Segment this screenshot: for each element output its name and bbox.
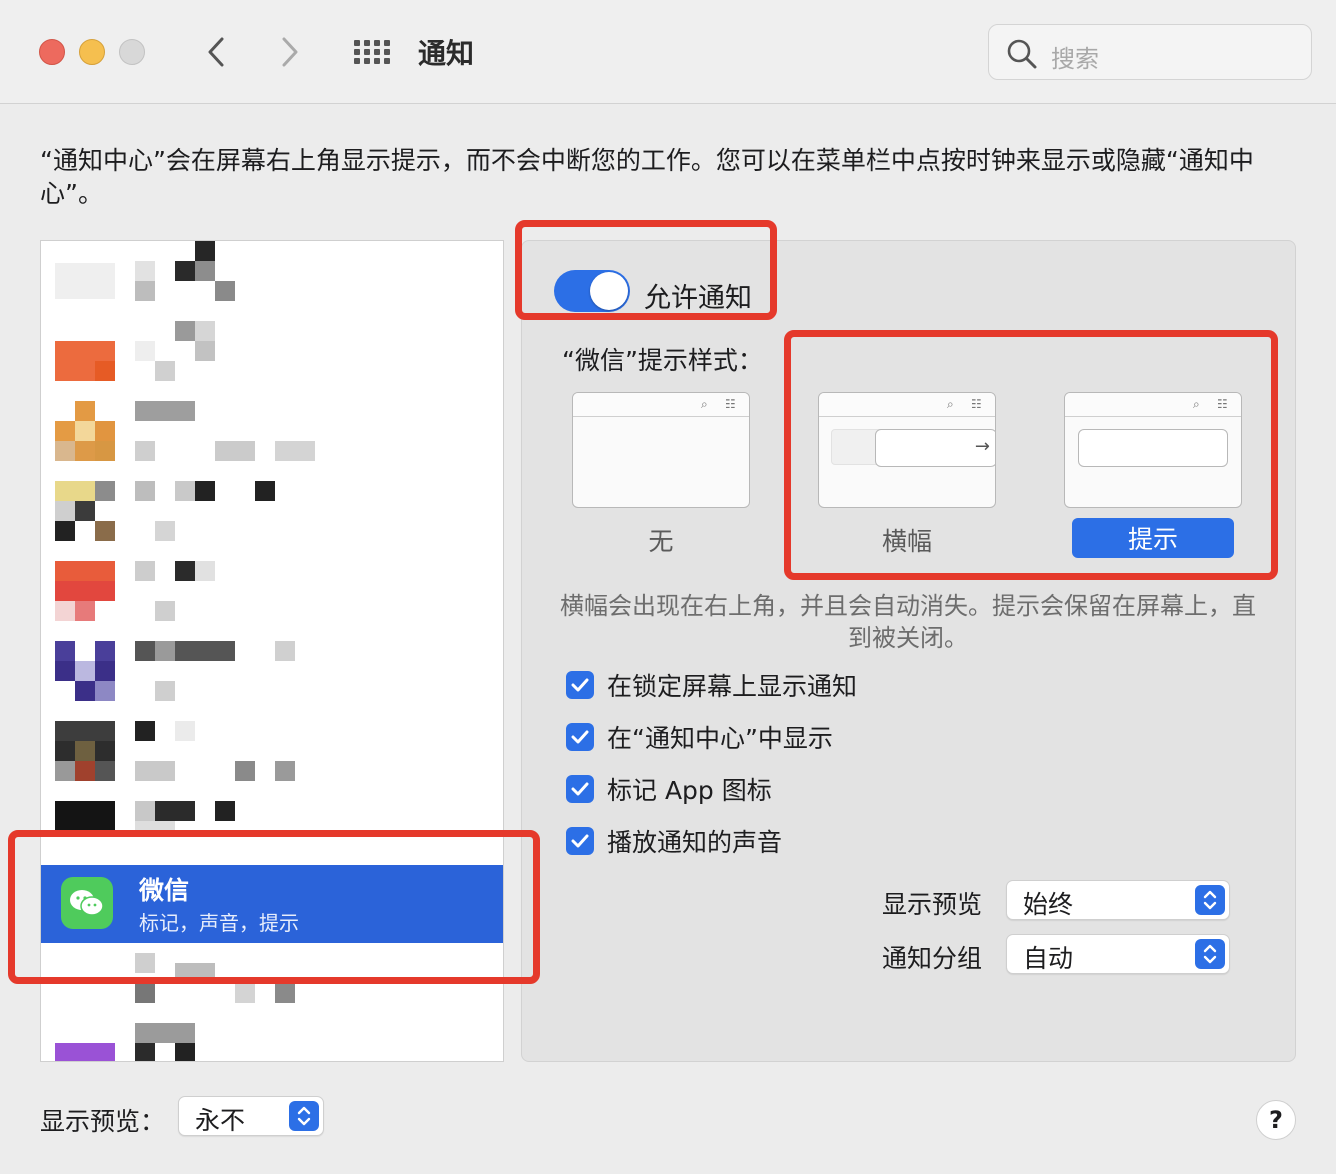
checkbox-checked[interactable] <box>566 775 594 803</box>
select-value: 自动 <box>1023 944 1074 973</box>
notification-center-checkbox-row[interactable]: 在“通知中心”中显示 <box>566 722 833 753</box>
checkbox-label: 播放通知的声音 <box>607 828 783 857</box>
style-none-preview[interactable]: ⌕ ☷ <box>572 392 750 508</box>
app-list-item-wechat[interactable]: 微信 标记，声音，提示 <box>41 865 503 943</box>
checkmark-icon <box>571 834 589 848</box>
chevron-left-icon <box>208 37 224 67</box>
help-button[interactable]: ? <box>1256 1100 1296 1140</box>
list-item[interactable] <box>41 321 503 401</box>
back-button[interactable] <box>196 32 236 72</box>
select-value: 永不 <box>195 1106 246 1135</box>
window-title: 通知 <box>418 37 475 70</box>
toggle-icon: ☷ <box>971 397 982 411</box>
style-description: 横幅会出现在右上角，并且会自动消失。提示会保留在屏幕上，直到被关闭。 <box>560 592 1256 652</box>
app-list[interactable]: 微信 标记，声音，提示 <box>40 240 504 1062</box>
forward-button[interactable] <box>270 32 310 72</box>
zoom-window-button[interactable] <box>119 39 145 65</box>
select-value: 始终 <box>1023 890 1074 919</box>
alert-style-label: “微信”提示样式： <box>562 346 763 375</box>
intro-text: “通知中心”会在屏幕右上角显示提示，而不会中断您的工作。您可以在菜单栏中点按时钟… <box>40 146 1254 208</box>
grouping-select[interactable]: 自动 <box>1006 934 1230 974</box>
list-item[interactable] <box>41 1003 503 1061</box>
checkmark-icon <box>571 782 589 796</box>
checkbox-checked[interactable] <box>566 827 594 855</box>
minimize-window-button[interactable] <box>79 39 105 65</box>
arrow-right-icon: → <box>974 436 990 457</box>
wechat-app-icon <box>61 877 113 929</box>
lock-screen-checkbox-row[interactable]: 在锁定屏幕上显示通知 <box>566 670 858 701</box>
style-banner-preview[interactable]: ⌕ ☷ → <box>818 392 996 508</box>
show-preview-select[interactable]: 始终 <box>1006 880 1230 920</box>
list-item[interactable] <box>41 561 503 641</box>
style-banner-label[interactable]: 横幅 <box>818 522 996 558</box>
app-name: 微信 <box>139 876 190 905</box>
style-alert-preview[interactable]: ⌕ ☷ <box>1064 392 1242 508</box>
style-none-label[interactable]: 无 <box>572 522 750 558</box>
search-placeholder: 搜索 <box>1051 45 1099 73</box>
footer-show-preview-label: 显示预览： <box>40 1107 166 1136</box>
grouping-label: 通知分组 <box>882 944 983 973</box>
allow-notifications-label: 允许通知 <box>644 283 752 314</box>
footer-show-preview-select[interactable]: 永不 <box>178 1096 324 1136</box>
badge-icon-checkbox-row[interactable]: 标记 App 图标 <box>566 774 772 805</box>
up-down-chevron-icon <box>1195 885 1225 915</box>
search-icon <box>1007 39 1037 69</box>
toggle-icon: ☷ <box>1217 397 1228 411</box>
show-all-grid-icon[interactable] <box>350 36 390 68</box>
title-bar: 通知 搜索 <box>0 0 1336 104</box>
up-down-chevron-icon <box>1195 939 1225 969</box>
show-preview-label: 显示预览 <box>882 890 983 919</box>
checkbox-checked[interactable] <box>566 723 594 751</box>
allow-notifications-toggle[interactable] <box>554 270 630 312</box>
checkbox-label: 标记 App 图标 <box>607 776 772 805</box>
checkmark-icon <box>571 730 589 744</box>
search-icon: ⌕ <box>701 397 708 411</box>
checkbox-label: 在“通知中心”中显示 <box>607 724 833 753</box>
list-item[interactable] <box>41 401 503 481</box>
checkbox-checked[interactable] <box>566 671 594 699</box>
toggle-icon: ☷ <box>725 397 736 411</box>
search-icon: ⌕ <box>947 397 954 411</box>
style-alert-button[interactable]: 提示 <box>1072 518 1234 558</box>
checkbox-label: 在锁定屏幕上显示通知 <box>607 672 858 701</box>
checkmark-icon <box>571 678 589 692</box>
search-icon: ⌕ <box>1193 397 1200 411</box>
play-sound-checkbox-row[interactable]: 播放通知的声音 <box>566 826 783 857</box>
search-field[interactable]: 搜索 <box>988 24 1312 80</box>
app-subtitle: 标记，声音，提示 <box>139 911 299 935</box>
list-item[interactable] <box>41 641 503 721</box>
list-item[interactable] <box>41 721 503 801</box>
list-item[interactable] <box>41 241 503 321</box>
chevron-right-icon <box>282 37 298 67</box>
close-window-button[interactable] <box>39 39 65 65</box>
up-down-chevron-icon <box>289 1101 319 1131</box>
list-item[interactable] <box>41 481 503 561</box>
